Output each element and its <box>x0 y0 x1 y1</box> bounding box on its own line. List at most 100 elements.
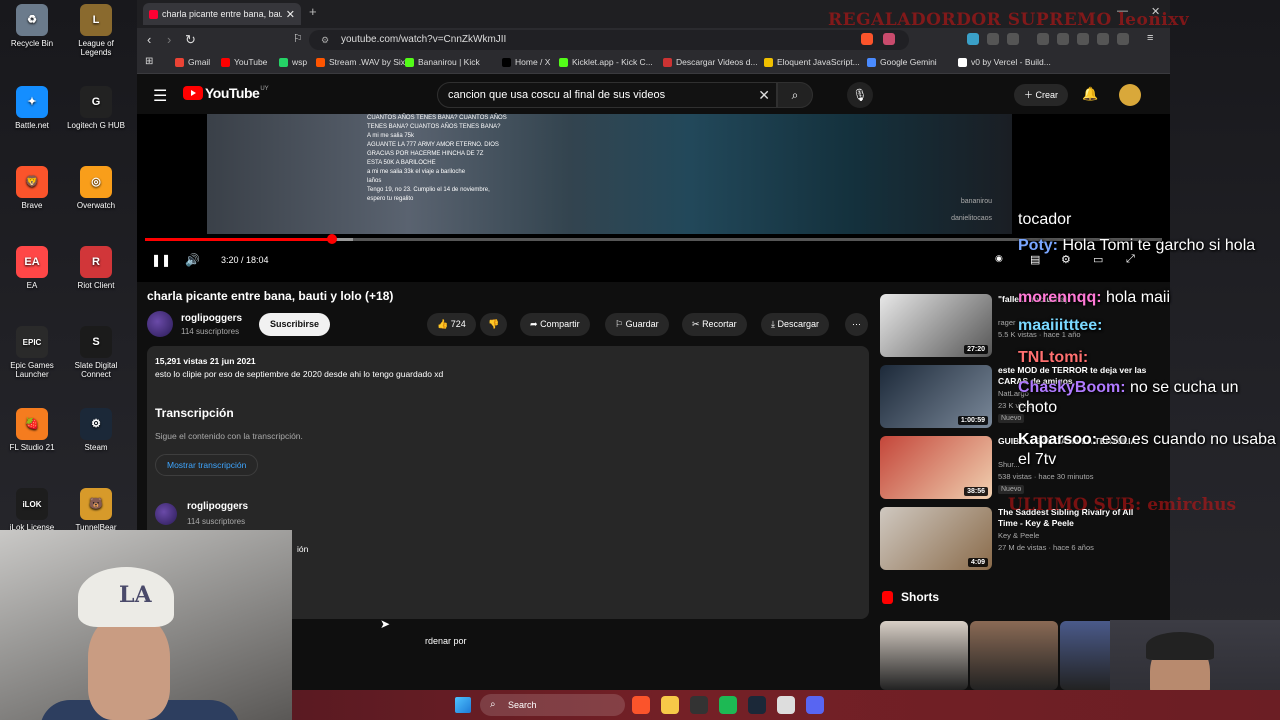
desktop-icon[interactable]: EPIC Epic Games Launcher <box>0 326 64 379</box>
video-frame[interactable]: CUANTOS AÑOS TENES BANA? CUANTOS AÑOS TEN… <box>207 114 1012 234</box>
short-thumbnail[interactable] <box>880 621 968 690</box>
bookmark-item[interactable]: Eloquent JavaScript... <box>764 57 860 67</box>
voice-search-icon[interactable]: 🎙 <box>847 82 873 108</box>
related-channel[interactable]: rager <box>998 318 1016 327</box>
search-button[interactable]: ⌕ <box>777 82 813 108</box>
bookmark-favicon-icon <box>221 57 230 67</box>
menu-icon[interactable]: ≡ <box>1147 32 1153 44</box>
related-thumbnail[interactable]: 4:09 <box>880 507 992 570</box>
pause-icon[interactable]: ❚❚ <box>151 253 171 267</box>
desktop-icon[interactable]: 🍓 FL Studio 21 <box>0 408 64 452</box>
subscribe-button[interactable]: Suscribirse <box>259 313 331 336</box>
desktop-icon[interactable]: S Slate Digital Connect <box>64 326 128 379</box>
channel-avatar[interactable] <box>147 311 173 337</box>
save-button[interactable]: ⚐ Guardar <box>605 313 669 336</box>
brave-shields-icon[interactable] <box>861 33 873 45</box>
partial-button-label[interactable]: ión <box>297 544 308 554</box>
bookmark-item[interactable]: wsp <box>279 57 307 67</box>
league-icon: L <box>80 4 112 36</box>
windows-start-icon[interactable] <box>455 697 471 713</box>
related-video[interactable]: 4:09 The Saddest Sibling Rivalry of All T… <box>880 507 1160 571</box>
desktop-icon[interactable]: ✦ Battle.net <box>0 86 64 130</box>
desktop-icon[interactable]: 🦁 Brave <box>0 166 64 210</box>
tab-youtube[interactable]: charla picante entre bana, bauti ✕ <box>143 3 301 25</box>
search-input[interactable]: cancion que usa coscu al final de sus vi… <box>437 82 777 108</box>
folder-taskbar-icon[interactable] <box>661 696 679 714</box>
bookmark-item[interactable]: Stream .WAV by Six... <box>316 57 412 67</box>
bookmark-item[interactable]: Gmail <box>175 57 210 67</box>
related-thumbnail[interactable]: 38:56 <box>880 436 992 499</box>
rewards-icon[interactable] <box>883 33 895 45</box>
account-avatar[interactable] <box>1119 84 1141 106</box>
taskbar-search[interactable]: ⌕ Search <box>480 694 625 716</box>
progress-bar[interactable] <box>145 234 1162 244</box>
short-thumbnail[interactable] <box>970 621 1058 690</box>
bookmark-label: Google Gemini <box>880 57 937 67</box>
channel-name[interactable]: roglipoggers <box>181 313 242 324</box>
channel-avatar-small[interactable] <box>155 503 177 525</box>
autoplay-toggle-icon[interactable]: ◉ <box>995 253 1003 264</box>
guide-menu-icon[interactable]: ☰ <box>153 86 167 106</box>
volume-icon[interactable]: 🔊 <box>185 253 200 267</box>
obs-taskbar-icon[interactable] <box>690 696 708 714</box>
youtube-logo[interactable]: YouTube UY <box>183 85 269 101</box>
related-thumbnail[interactable]: 1:00:59 <box>880 365 992 428</box>
reload-icon[interactable]: ↻ <box>185 32 196 48</box>
wallet-icon[interactable] <box>1007 33 1019 45</box>
extensions-icon[interactable] <box>987 33 999 45</box>
desktop-icon[interactable]: ⚙ Steam <box>64 408 128 452</box>
desktop-icon[interactable]: R Riot Client <box>64 246 128 290</box>
discord-taskbar-icon[interactable] <box>806 696 824 714</box>
spotify-taskbar-icon[interactable] <box>719 696 737 714</box>
bookmark-item[interactable]: v0 by Vercel - Build... <box>958 57 1051 67</box>
related-thumbnail[interactable]: 27:20 <box>880 294 992 357</box>
notifications-bell-icon[interactable]: 🔔 <box>1082 86 1098 102</box>
share-button[interactable]: ➦ Compartir <box>520 313 590 336</box>
channel-name-description[interactable]: roglipoggers <box>187 501 248 512</box>
desktop-icon[interactable]: EA EA <box>0 246 64 290</box>
media-icon[interactable] <box>1037 33 1049 45</box>
bookmark-icon[interactable]: ⚐ <box>293 32 303 45</box>
steam-taskbar-icon[interactable] <box>748 696 766 714</box>
address-bar[interactable]: ⚙ youtube.com/watch?v=CnnZkWkmJII <box>309 30 909 50</box>
brave-taskbar-icon[interactable] <box>632 696 650 714</box>
like-button[interactable]: 👍 724 <box>427 313 476 336</box>
sidebar-icon[interactable] <box>1057 33 1069 45</box>
related-channel[interactable]: Key & Peele <box>998 531 1039 540</box>
download-button[interactable]: ⤓ Descargar <box>761 313 830 336</box>
related-channel[interactable]: Shur... <box>998 460 1020 469</box>
desktop-icon[interactable]: ◎ Overwatch <box>64 166 128 210</box>
leo-icon[interactable] <box>1097 33 1109 45</box>
back-icon[interactable]: ‹ <box>147 32 151 47</box>
close-tab-icon[interactable]: ✕ <box>286 8 295 21</box>
webcam-face <box>88 615 170 720</box>
desktop-icon[interactable]: ♻ Recycle Bin <box>0 4 64 48</box>
clear-search-icon[interactable]: ✕ <box>758 83 770 107</box>
site-info-icon[interactable]: ⚙ <box>321 30 329 50</box>
create-button[interactable]: ＋ Crear <box>1014 84 1069 106</box>
more-actions-button[interactable]: ⋯ <box>845 313 868 336</box>
bookmarks-panel-icon[interactable] <box>1077 33 1089 45</box>
desktop-icon[interactable]: G Logitech G HUB <box>64 86 128 130</box>
app-taskbar-icon[interactable] <box>777 696 795 714</box>
new-tab-icon[interactable]: + <box>309 4 317 19</box>
extension-icon[interactable] <box>967 33 979 45</box>
scrubber-handle[interactable] <box>327 234 338 244</box>
desktop-icon[interactable]: L League of Legends <box>64 4 128 57</box>
apps-grid-icon[interactable]: ⊞ <box>145 56 153 67</box>
video-player[interactable]: CUANTOS AÑOS TENES BANA? CUANTOS AÑOS TEN… <box>137 114 1170 282</box>
bookmark-item[interactable]: Kicklet.app - Kick C... <box>559 57 653 67</box>
desktop-icon[interactable]: 🐻 TunnelBear <box>64 488 128 532</box>
bookmark-item[interactable]: Descargar Videos d... <box>663 57 758 67</box>
forward-icon[interactable]: › <box>167 32 171 47</box>
vpn-icon[interactable] <box>1117 33 1129 45</box>
clip-button[interactable]: ✂ Recortar <box>682 313 747 336</box>
bookmark-item[interactable]: Home / X <box>502 57 550 67</box>
bookmark-item[interactable]: Bananirou | Kick <box>405 57 480 67</box>
desktop-icon[interactable]: iLOK iLok License <box>0 488 64 532</box>
dislike-button[interactable]: 👎 <box>480 313 508 336</box>
bookmark-item[interactable]: Google Gemini <box>867 57 937 67</box>
show-transcript-button[interactable]: Mostrar transcripción <box>155 454 259 476</box>
bookmark-item[interactable]: YouTube <box>221 57 267 67</box>
sort-comments[interactable]: rdenar por <box>425 636 467 646</box>
